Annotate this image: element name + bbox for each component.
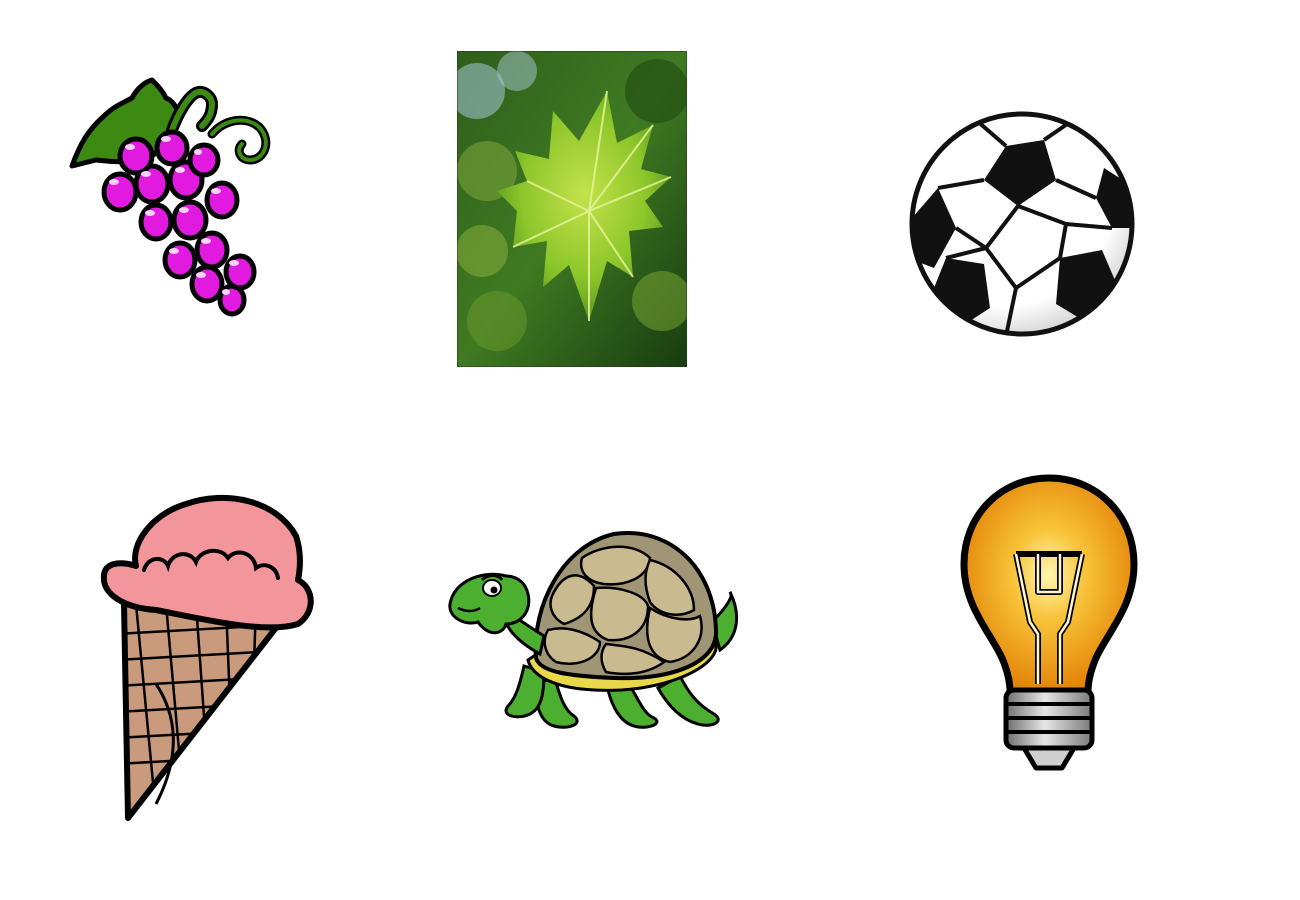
leaf-photo [457, 51, 687, 367]
picture-grid [0, 0, 1300, 900]
ice-cream-cone-icon [96, 484, 318, 826]
soccer-ball-icon [906, 108, 1138, 340]
grapes-icon [62, 74, 284, 318]
light-bulb-icon [958, 472, 1140, 776]
turtle-icon [444, 526, 744, 734]
